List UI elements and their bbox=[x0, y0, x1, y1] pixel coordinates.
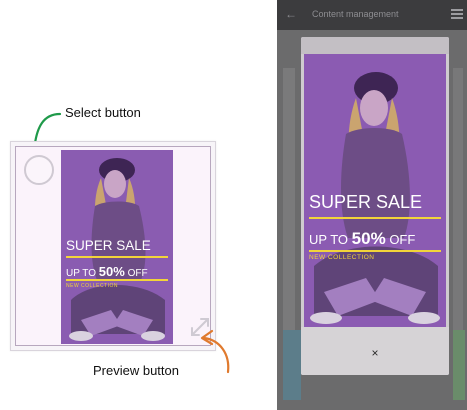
thumbnail-poster: SUPER SALE UP TO 50% OFF NEW COLLECTION bbox=[61, 150, 173, 344]
preview-annotation-arrow bbox=[200, 329, 230, 374]
close-preview-button[interactable]: × bbox=[363, 343, 387, 363]
preview-tagline: NEW COLLECTION bbox=[309, 254, 375, 261]
select-button[interactable] bbox=[24, 155, 54, 185]
thumbnail-frame: SUPER SALE UP TO 50% OFF NEW COLLECTION bbox=[15, 146, 211, 346]
hamburger-menu-icon[interactable] bbox=[451, 9, 463, 19]
model-illustration-large bbox=[304, 54, 446, 327]
preview-offer-underline bbox=[309, 250, 441, 252]
poster-offer: UP TO 50% OFF bbox=[66, 264, 148, 279]
content-thumbnail-card[interactable]: SUPER SALE UP TO 50% OFF NEW COLLECTION bbox=[10, 141, 216, 351]
preview-headline-underline bbox=[309, 217, 441, 219]
preview-button-label: Preview button bbox=[93, 363, 179, 378]
close-icon: × bbox=[371, 346, 379, 360]
phone-screen: ← Content management SUPER SALE UP TO 50… bbox=[277, 0, 467, 410]
preview-modal: SUPER SALE UP TO 50% OFF NEW COLLECTION … bbox=[301, 37, 449, 375]
poster-tagline: NEW COLLECTION bbox=[66, 283, 119, 289]
select-button-label: Select button bbox=[65, 105, 141, 120]
modal-header bbox=[301, 37, 449, 54]
offer-underline bbox=[66, 279, 168, 281]
app-bar: ← Content management bbox=[277, 0, 467, 30]
preview-headline: SUPER SALE bbox=[309, 192, 423, 212]
preview-offer: UP TO 50% OFF bbox=[309, 229, 416, 248]
app-bar-title: Content management bbox=[312, 9, 399, 19]
preview-poster: SUPER SALE UP TO 50% OFF NEW COLLECTION bbox=[304, 54, 446, 327]
modal-footer: × bbox=[301, 327, 449, 375]
back-arrow-icon[interactable]: ← bbox=[285, 8, 297, 20]
poster-headline: SUPER SALE bbox=[66, 238, 151, 253]
headline-underline bbox=[66, 256, 168, 258]
